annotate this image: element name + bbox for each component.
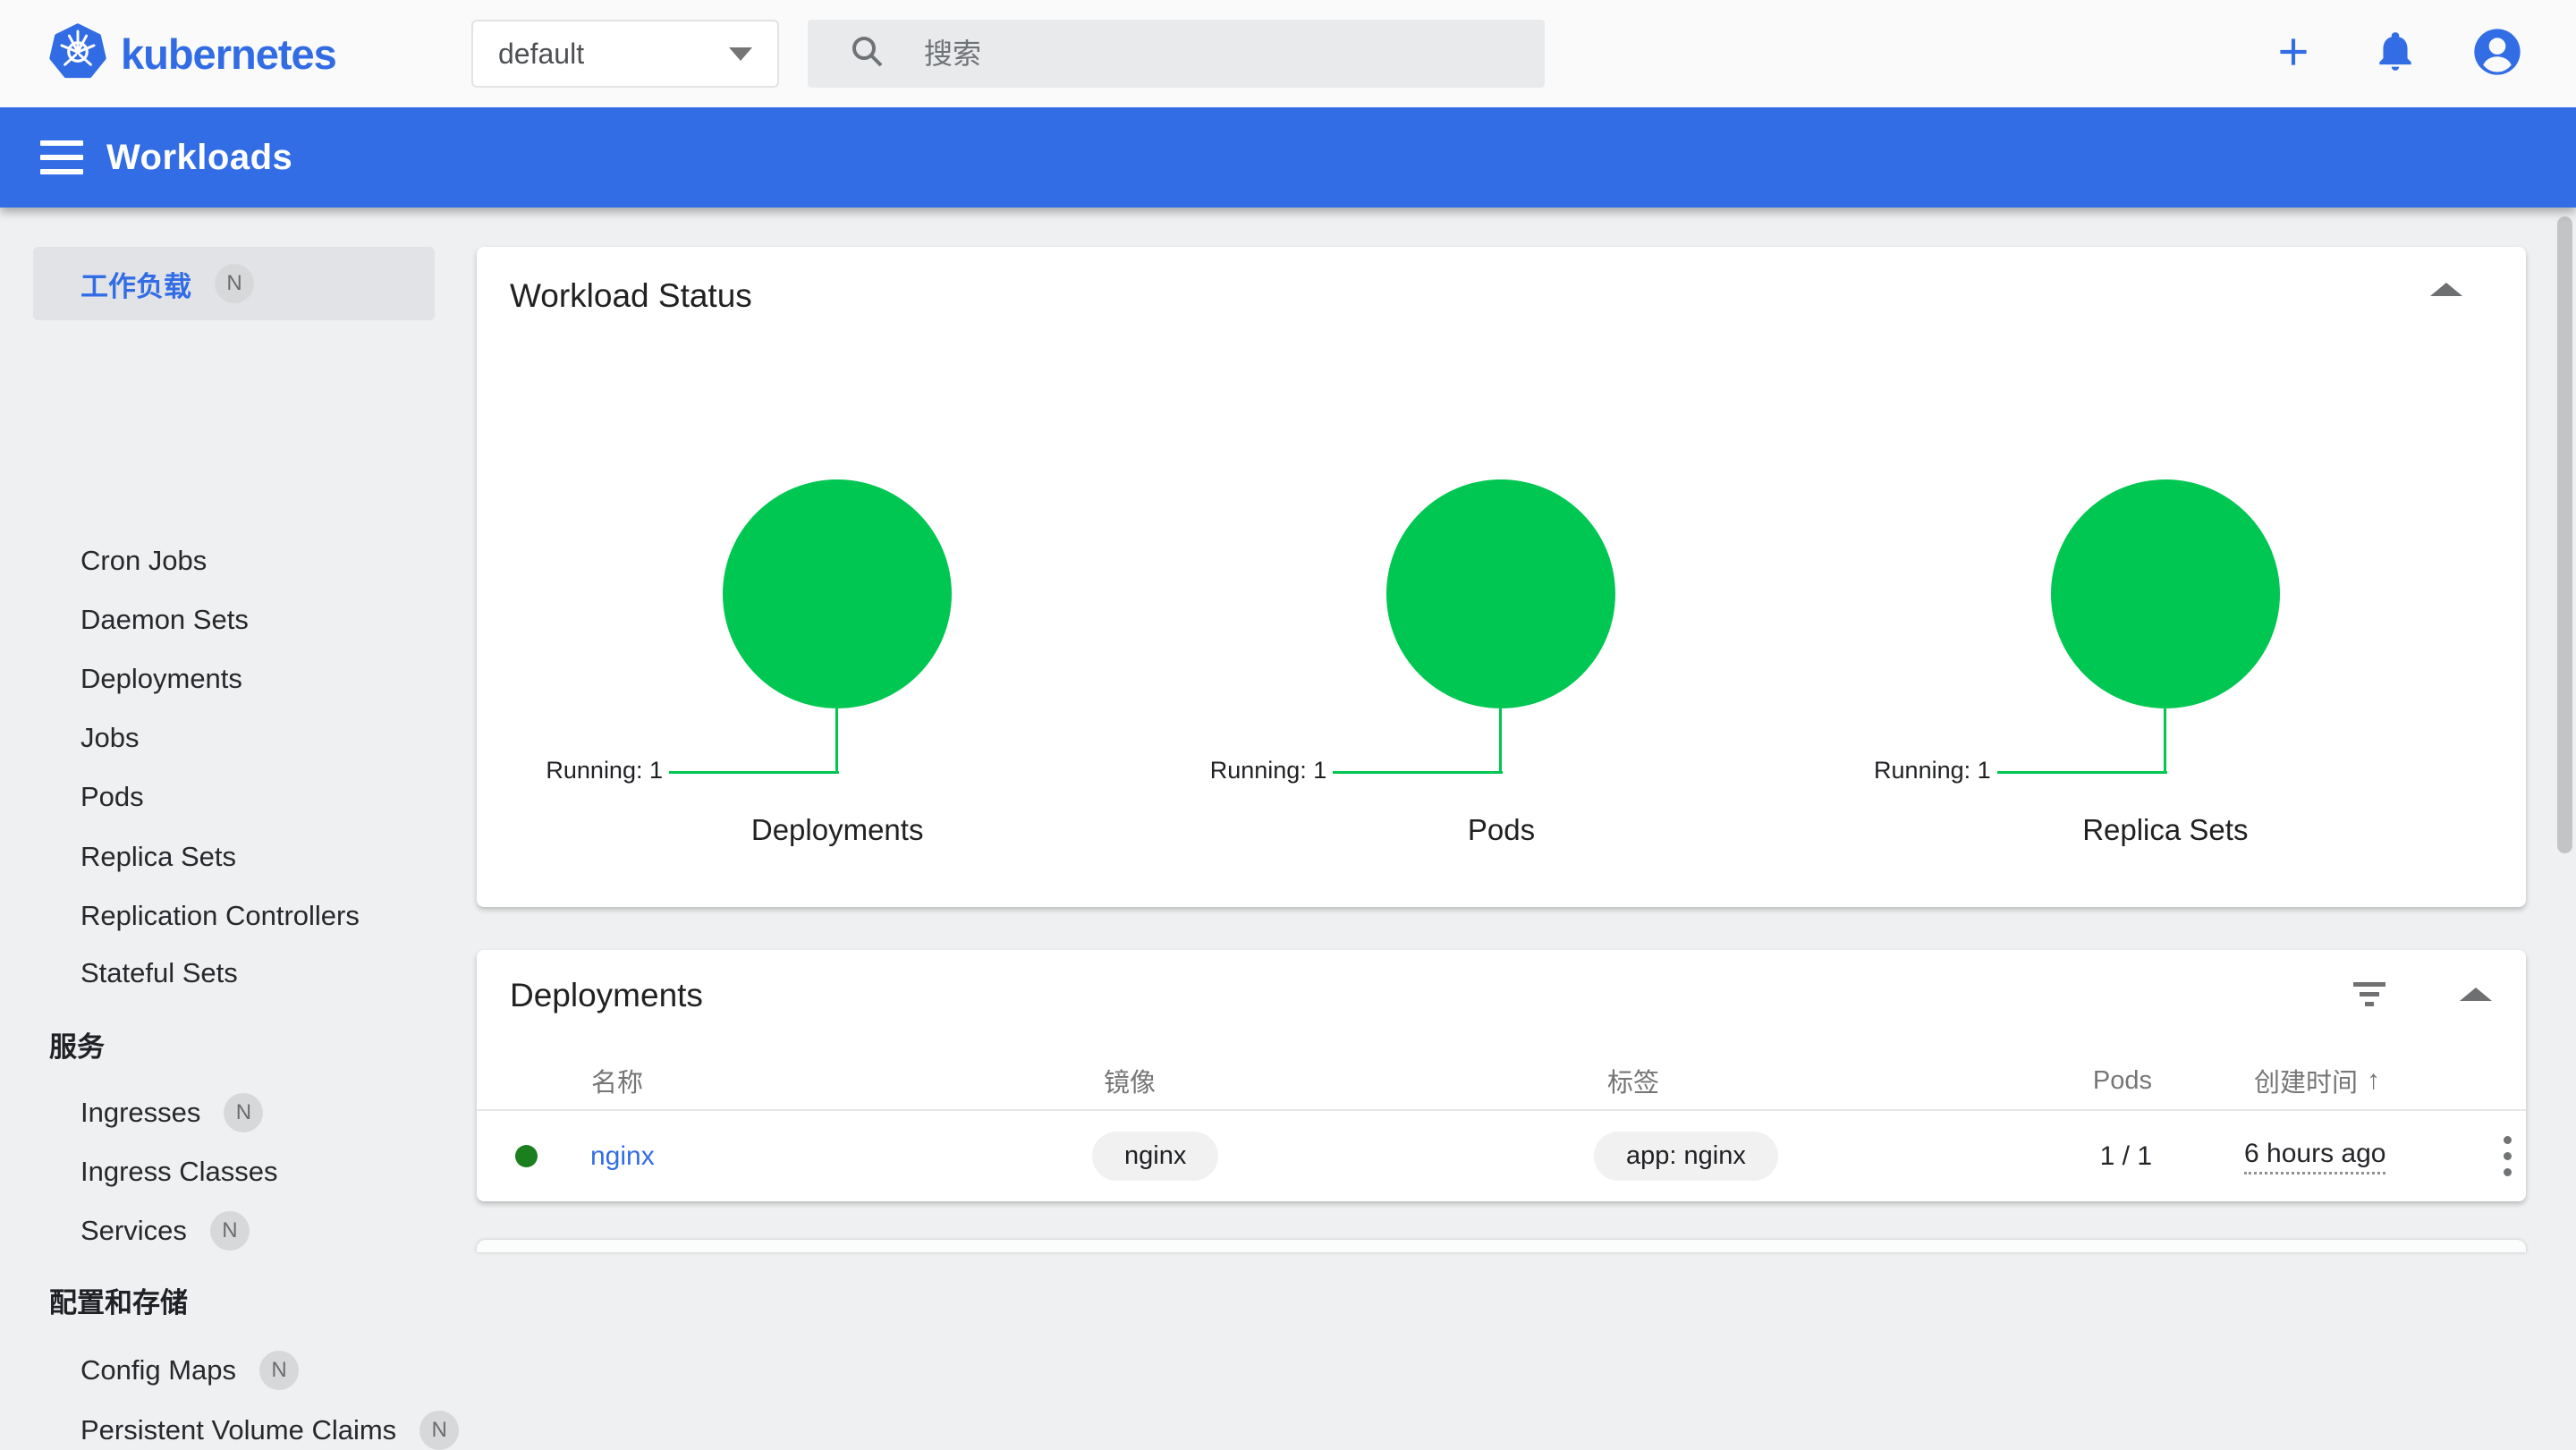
sidebar-item-ingresses[interactable]: Ingresses N xyxy=(80,1093,264,1132)
sidebar-item-daemon-sets[interactable]: Daemon Sets xyxy=(80,600,249,640)
namespaced-badge: N xyxy=(259,1351,300,1390)
running-count-label: Running: 1 xyxy=(546,757,663,784)
user-menu-button[interactable] xyxy=(2472,27,2522,81)
pie-running-segment[interactable] xyxy=(2050,479,2280,708)
deployment-name-link[interactable]: nginx xyxy=(590,1111,655,1201)
user-circle-icon xyxy=(2472,27,2522,81)
column-header-image[interactable]: 镜像 xyxy=(1104,1061,1156,1100)
notifications-button[interactable] xyxy=(2370,29,2420,79)
sidebar-item-workloads[interactable]: 工作负载 N xyxy=(33,247,435,320)
row-actions-menu-button[interactable] xyxy=(2480,1111,2526,1201)
topbar-actions xyxy=(2268,0,2522,107)
namespaced-badge: N xyxy=(215,264,254,303)
chart-name: Replica Sets xyxy=(2082,813,2249,846)
bell-icon xyxy=(2373,30,2418,79)
namespace-value: default xyxy=(498,37,585,70)
column-header-created[interactable]: 创建时间 ↑ xyxy=(2254,1061,2380,1100)
top-app-bar: kubernetes default xyxy=(0,0,2576,107)
label-chip: app: nginx xyxy=(1594,1132,1778,1181)
sidebar-item-stateful-sets[interactable]: Stateful Sets xyxy=(80,954,238,993)
sidebar-item-persistent-volume-claims[interactable]: Persistent Volume Claims N xyxy=(80,1411,460,1450)
create-resource-button[interactable] xyxy=(2268,29,2318,79)
table-row: nginx nginx app: nginx 1 / 1 6 hours ago xyxy=(477,1111,2526,1201)
sidebar-section-services: 服务 xyxy=(49,1030,105,1063)
card-title: Deployments xyxy=(510,977,703,1013)
column-header-labels[interactable]: 标签 xyxy=(1607,1061,1659,1100)
page-toolbar: Workloads xyxy=(0,107,2576,208)
namespaced-badge: N xyxy=(209,1211,250,1251)
table-header-row: 名称 镜像 标签 Pods 创建时间 ↑ xyxy=(477,1061,2526,1100)
running-count-label: Running: 1 xyxy=(1209,757,1327,784)
sidebar-nav: 工作负载 N Cron Jobs Daemon Sets Deployments… xyxy=(0,208,460,1450)
sidebar-item-deployments[interactable]: Deployments xyxy=(80,659,242,699)
running-count-label: Running: 1 xyxy=(1874,757,1991,784)
vertical-scrollbar-thumb[interactable] xyxy=(2557,216,2572,853)
sidebar-section-config-storage: 配置和存储 xyxy=(49,1286,188,1319)
deployments-card: Deployments 名称 镜像 标签 Pods 创建时间 ↑ nginx n… xyxy=(477,950,2526,1201)
sidebar-item-replica-sets[interactable]: Replica Sets xyxy=(80,837,236,877)
status-charts-row: Running: 1 Deployments Running: 1 Pods R… xyxy=(505,479,2497,864)
pie-running-segment[interactable] xyxy=(1386,479,1616,708)
plus-icon xyxy=(2271,30,2316,79)
created-time: 6 hours ago xyxy=(2244,1111,2386,1201)
sidebar-item-label: 工作负载 xyxy=(80,270,191,302)
namespace-selector[interactable]: default xyxy=(471,20,779,88)
collapse-card-button[interactable] xyxy=(2430,283,2462,296)
sidebar-item-pods[interactable]: Pods xyxy=(80,777,144,817)
search-input[interactable] xyxy=(922,36,1477,72)
chart-name: Deployments xyxy=(750,813,924,846)
replica-sets-status-chart: Running: 1 Replica Sets xyxy=(1834,479,2497,864)
sidebar-item-cron-jobs[interactable]: Cron Jobs xyxy=(80,541,207,581)
pods-status-chart: Running: 1 Pods xyxy=(1169,479,1833,864)
pods-ratio: 1 / 1 xyxy=(2099,1140,2152,1171)
workload-status-card: Workload Status Running: 1 Deployments R… xyxy=(477,247,2526,907)
column-header-pods[interactable]: Pods xyxy=(2093,1061,2152,1100)
kubernetes-wheel-icon xyxy=(49,22,106,85)
image-chip: nginx xyxy=(1092,1132,1219,1181)
chart-name: Pods xyxy=(1467,813,1536,846)
namespaced-badge: N xyxy=(224,1093,264,1132)
kubernetes-logo[interactable]: kubernetes xyxy=(49,0,337,107)
namespaced-badge: N xyxy=(419,1411,460,1450)
status-running-icon xyxy=(515,1145,538,1167)
brand-name: kubernetes xyxy=(121,30,337,78)
card-title: Workload Status xyxy=(510,277,752,314)
sort-ascending-icon: ↑ xyxy=(2367,1065,2381,1095)
sidebar-item-replication-controllers[interactable]: Replication Controllers xyxy=(80,896,360,936)
column-header-name[interactable]: 名称 xyxy=(591,1061,643,1100)
page-title: Workloads xyxy=(106,137,293,177)
search-icon xyxy=(849,33,886,75)
pie-running-segment[interactable] xyxy=(723,479,953,708)
collapse-card-button[interactable] xyxy=(2460,988,2492,1001)
search-bar[interactable] xyxy=(808,20,1545,88)
menu-icon[interactable] xyxy=(40,135,83,180)
filter-list-icon[interactable] xyxy=(2353,982,2385,1018)
chevron-down-icon xyxy=(729,47,752,61)
deployments-status-chart: Running: 1 Deployments xyxy=(505,479,1169,864)
sidebar-item-ingress-classes[interactable]: Ingress Classes xyxy=(80,1152,278,1191)
sidebar-item-jobs[interactable]: Jobs xyxy=(80,718,139,758)
sidebar-item-services[interactable]: Services N xyxy=(80,1211,250,1251)
sidebar-item-config-maps[interactable]: Config Maps N xyxy=(80,1351,300,1390)
